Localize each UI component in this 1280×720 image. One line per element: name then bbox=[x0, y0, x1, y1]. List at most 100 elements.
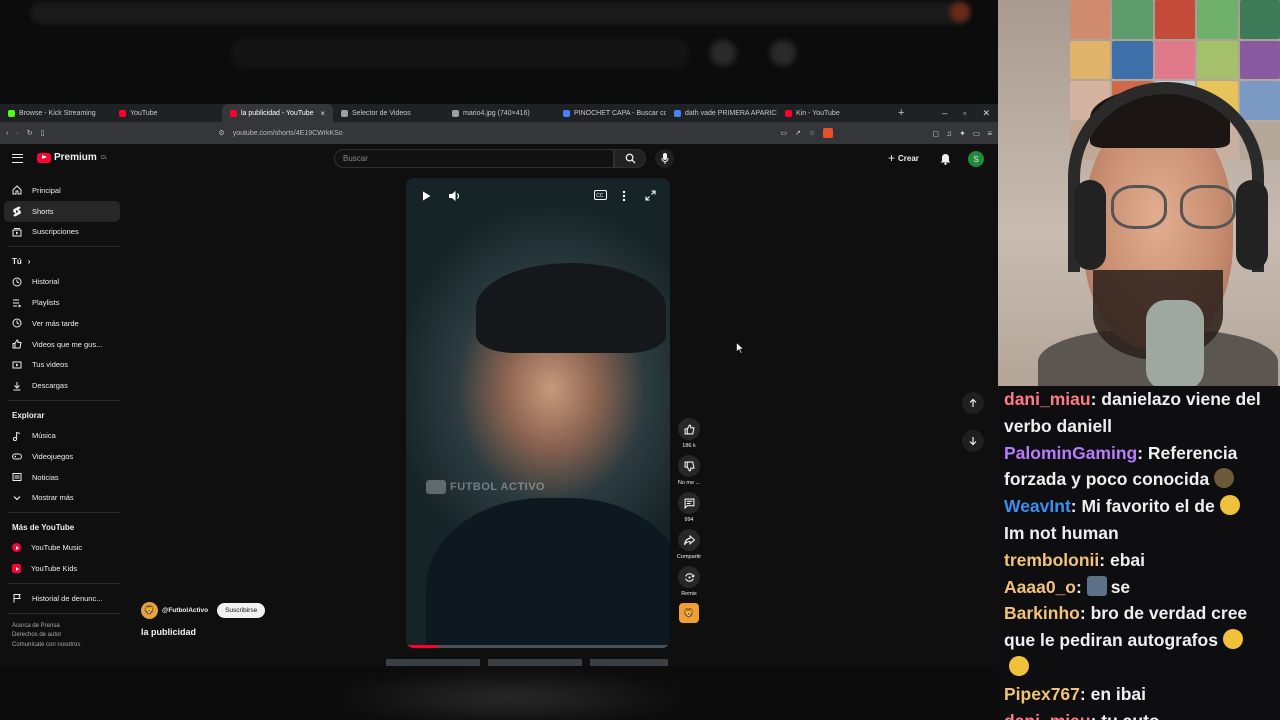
chat-message: dani_miau: tu auto bbox=[1004, 708, 1274, 720]
sidebar-item-downloads[interactable]: Descargas bbox=[4, 375, 120, 396]
sidebar-item-label: Historial de denunc... bbox=[32, 593, 103, 603]
sidebar-item-subscriptions[interactable]: Suscripciones bbox=[4, 222, 120, 243]
chat-text: se bbox=[1110, 576, 1131, 597]
sidebar-item-liked-videos[interactable]: Videos que me gus... bbox=[4, 334, 120, 355]
youtube-premium-logo[interactable]: Premium CL bbox=[37, 152, 107, 163]
sidebar-item-watch-later[interactable]: Ver más tarde bbox=[4, 313, 120, 334]
sidebar-item-your-videos[interactable]: Tus videos bbox=[4, 355, 120, 376]
new-tab-button[interactable]: + bbox=[888, 107, 914, 119]
browser-tab[interactable]: PINOCHET CAPA - Buscar con bbox=[555, 104, 666, 122]
browser-tab[interactable]: Kin - YouTube bbox=[777, 104, 888, 122]
footer-link[interactable]: Comunícate con nosotros bbox=[12, 641, 120, 651]
browser-tab[interactable]: Browse - Kick Streaming bbox=[0, 104, 111, 122]
browser-window: + – ▫ ✕ Browse - Kick Streaming YouTube la… bbox=[0, 104, 998, 666]
browser-tab[interactable]: YouTube bbox=[111, 104, 222, 122]
thumbnail[interactable] bbox=[386, 659, 480, 666]
minimize-icon[interactable]: – bbox=[942, 108, 947, 119]
tab-label: YouTube bbox=[130, 109, 158, 117]
reload-icon[interactable]: ↻ bbox=[27, 129, 33, 137]
sidebar-item-music[interactable]: Música bbox=[4, 425, 120, 446]
chevron-down-icon bbox=[13, 496, 21, 501]
chat-username[interactable]: WeavInt bbox=[1004, 496, 1071, 516]
shorts-player[interactable]: CC FUTBOL ACTIVO bbox=[406, 178, 670, 648]
chat-username[interactable]: Aaaa0_o bbox=[1004, 577, 1076, 597]
voice-search-button[interactable] bbox=[655, 149, 674, 168]
previous-short-button[interactable] bbox=[962, 392, 984, 414]
brave-shield-icon[interactable] bbox=[823, 128, 834, 138]
sidebar-item-youtube-music[interactable]: YouTube Music bbox=[4, 537, 120, 558]
sidebar-item-youtube-kids[interactable]: YouTube Kids bbox=[4, 558, 120, 579]
favicon-icon bbox=[8, 109, 15, 117]
sidebar-item-label: YouTube Music bbox=[31, 543, 83, 553]
chat-extension-icon[interactable]: ◻ bbox=[932, 129, 939, 138]
browser-tab[interactable]: la publicidad - YouTube × bbox=[222, 104, 333, 122]
chat-username[interactable]: Pipex767 bbox=[1004, 684, 1080, 704]
footer-link[interactable]: Acerca de Prensa bbox=[12, 622, 120, 632]
forward-icon[interactable]: › bbox=[16, 130, 18, 137]
bookmark-icon[interactable]: ☆ bbox=[809, 129, 815, 137]
video-progress-bar[interactable] bbox=[406, 645, 670, 648]
sidebar-item-playlists[interactable]: Playlists bbox=[4, 292, 120, 313]
media-icon[interactable]: ♫ bbox=[946, 129, 952, 138]
close-tab-icon[interactable]: × bbox=[320, 109, 325, 118]
wallet-icon[interactable]: ▭ bbox=[973, 129, 981, 138]
thumbnail[interactable] bbox=[488, 659, 582, 666]
chat-username[interactable]: Barkinho bbox=[1004, 603, 1080, 623]
volume-button[interactable] bbox=[448, 190, 462, 202]
chat-username[interactable]: trembolonii bbox=[1004, 550, 1099, 570]
site-info-icon[interactable]: ⚙ bbox=[218, 129, 224, 137]
account-avatar[interactable]: S bbox=[968, 151, 984, 167]
share-page-icon[interactable]: ↗ bbox=[795, 129, 801, 137]
sidebar-item-gaming[interactable]: Videojuegos bbox=[4, 446, 120, 467]
sidebar-item-show-more[interactable]: Mostrar más bbox=[4, 488, 120, 509]
captions-button[interactable]: CC bbox=[594, 190, 607, 200]
sidebar-item-shorts[interactable]: Shorts bbox=[4, 200, 120, 222]
sidebar-item-news[interactable]: Noticias bbox=[4, 467, 120, 488]
play-button[interactable] bbox=[420, 190, 432, 202]
browser-tab[interactable]: Selector de Videos bbox=[333, 104, 444, 122]
channel-name[interactable]: @FutbolActivo bbox=[162, 607, 208, 614]
channel-avatar[interactable]: 🦁 bbox=[141, 602, 158, 619]
browser-tab[interactable]: mario4.jpg (740×416) bbox=[444, 104, 555, 122]
search-button[interactable] bbox=[614, 149, 646, 168]
comments-button[interactable]: 994 bbox=[674, 492, 704, 523]
address-field[interactable]: ⚙ youtube.com/shorts/4E19CWrkKSo bbox=[212, 125, 772, 141]
subscribe-button[interactable]: Suscribirse bbox=[217, 603, 266, 618]
chat-username[interactable]: dani_miau bbox=[1004, 389, 1091, 409]
sidebar-section-you[interactable]: Tú › bbox=[4, 251, 120, 271]
extensions-icon[interactable]: ✦ bbox=[959, 129, 966, 138]
create-button[interactable]: + Crear bbox=[888, 151, 919, 165]
chat-username[interactable]: dani_miau bbox=[1004, 711, 1091, 720]
notifications-button[interactable] bbox=[940, 152, 951, 170]
thumbnail[interactable] bbox=[590, 659, 668, 666]
chat-text: Mi favorito el de bbox=[1081, 496, 1215, 517]
more-options-button[interactable] bbox=[622, 190, 626, 202]
headset-left-earcup bbox=[1074, 180, 1106, 270]
fullscreen-button[interactable] bbox=[645, 190, 656, 201]
search-icon bbox=[625, 153, 636, 164]
sidebar-item-label: YouTube Kids bbox=[31, 564, 78, 574]
channel-thumbnail-icon[interactable]: 🦁 bbox=[679, 603, 699, 623]
menu-icon[interactable]: ≡ bbox=[987, 129, 992, 138]
next-short-button[interactable] bbox=[962, 430, 984, 452]
section-label: Más de YouTube bbox=[12, 522, 75, 532]
like-button[interactable]: 186 k bbox=[674, 418, 704, 449]
dislike-button[interactable]: No me ... bbox=[674, 455, 704, 486]
search-input[interactable]: Buscar bbox=[334, 149, 614, 168]
sidebar-icon[interactable]: ▯ bbox=[41, 129, 45, 137]
webcam-feed bbox=[998, 0, 1280, 386]
remix-button[interactable]: Remix bbox=[674, 566, 704, 597]
share-button[interactable]: Compartir bbox=[674, 529, 704, 560]
chat-username[interactable]: PalominGaming bbox=[1004, 443, 1137, 463]
footer-link[interactable]: Derechos de autor bbox=[12, 631, 120, 641]
sidebar-item-report-history[interactable]: Historial de denunc... bbox=[4, 588, 120, 609]
close-window-icon[interactable]: ✕ bbox=[982, 108, 990, 119]
short-title[interactable]: la publicidad bbox=[141, 627, 196, 637]
sidebar-item-principal[interactable]: Principal bbox=[4, 180, 120, 201]
back-icon[interactable]: ‹ bbox=[6, 130, 8, 137]
guide-menu-icon[interactable] bbox=[12, 154, 23, 163]
browser-tab[interactable]: dath vade PRIMERA APARICIO bbox=[666, 104, 777, 122]
maximize-icon[interactable]: ▫ bbox=[963, 108, 966, 119]
cast-icon[interactable]: ▭ bbox=[780, 129, 787, 137]
sidebar-item-history[interactable]: Historial bbox=[4, 271, 120, 292]
